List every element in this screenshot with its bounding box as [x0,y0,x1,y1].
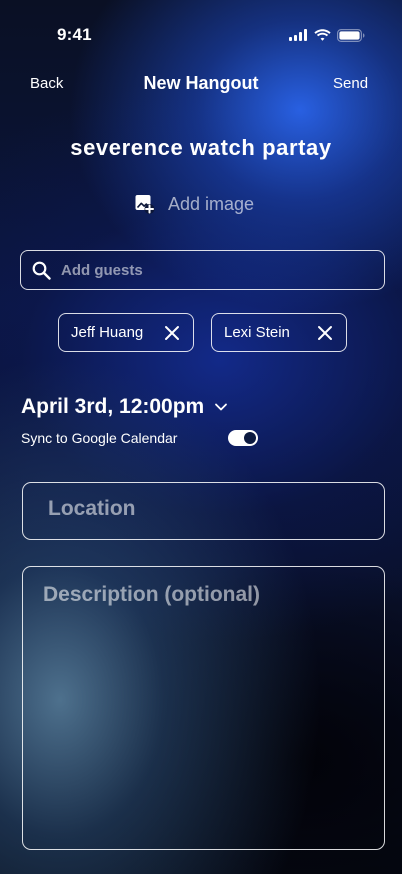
add-image-label: Add image [168,193,255,214]
location-field[interactable]: Location [22,482,385,540]
chevron-down-icon [214,402,228,412]
event-title[interactable]: severence watch partay [0,135,402,161]
date-time-label: April 3rd, 12:00pm [21,395,205,418]
guest-chip[interactable]: Jeff Huang [58,313,194,352]
guest-chip-label: Lexi Stein [224,324,290,341]
add-image-button[interactable]: Add image [134,192,254,216]
new-hangout-screen: 9:41 Back New Hangout Send severence wat… [0,0,402,874]
status-icons [289,27,365,43]
description-field[interactable]: Description (optional) [22,566,385,850]
add-guests-search[interactable]: Add guests [20,250,385,290]
wifi-icon [314,29,331,41]
date-time-picker[interactable]: April 3rd, 12:00pm [21,392,228,422]
status-time: 9:41 [57,25,92,44]
location-placeholder: Location [48,497,136,520]
add-image-icon [134,193,156,215]
cellular-signal-icon [289,29,308,41]
send-button[interactable]: Send [333,75,368,92]
toggle-knob [244,432,256,444]
close-icon[interactable] [164,325,180,341]
description-placeholder: Description (optional) [43,583,260,606]
sync-calendar-label: Sync to Google Calendar [21,430,178,446]
sync-calendar-row: Sync to Google Calendar [21,428,261,448]
sync-calendar-toggle[interactable] [228,430,258,446]
guest-chip-label: Jeff Huang [71,324,144,341]
search-icon [32,261,51,280]
close-icon[interactable] [317,325,333,341]
guest-chip[interactable]: Lexi Stein [211,313,347,352]
search-input[interactable]: Add guests [61,262,143,279]
battery-icon [337,28,365,42]
